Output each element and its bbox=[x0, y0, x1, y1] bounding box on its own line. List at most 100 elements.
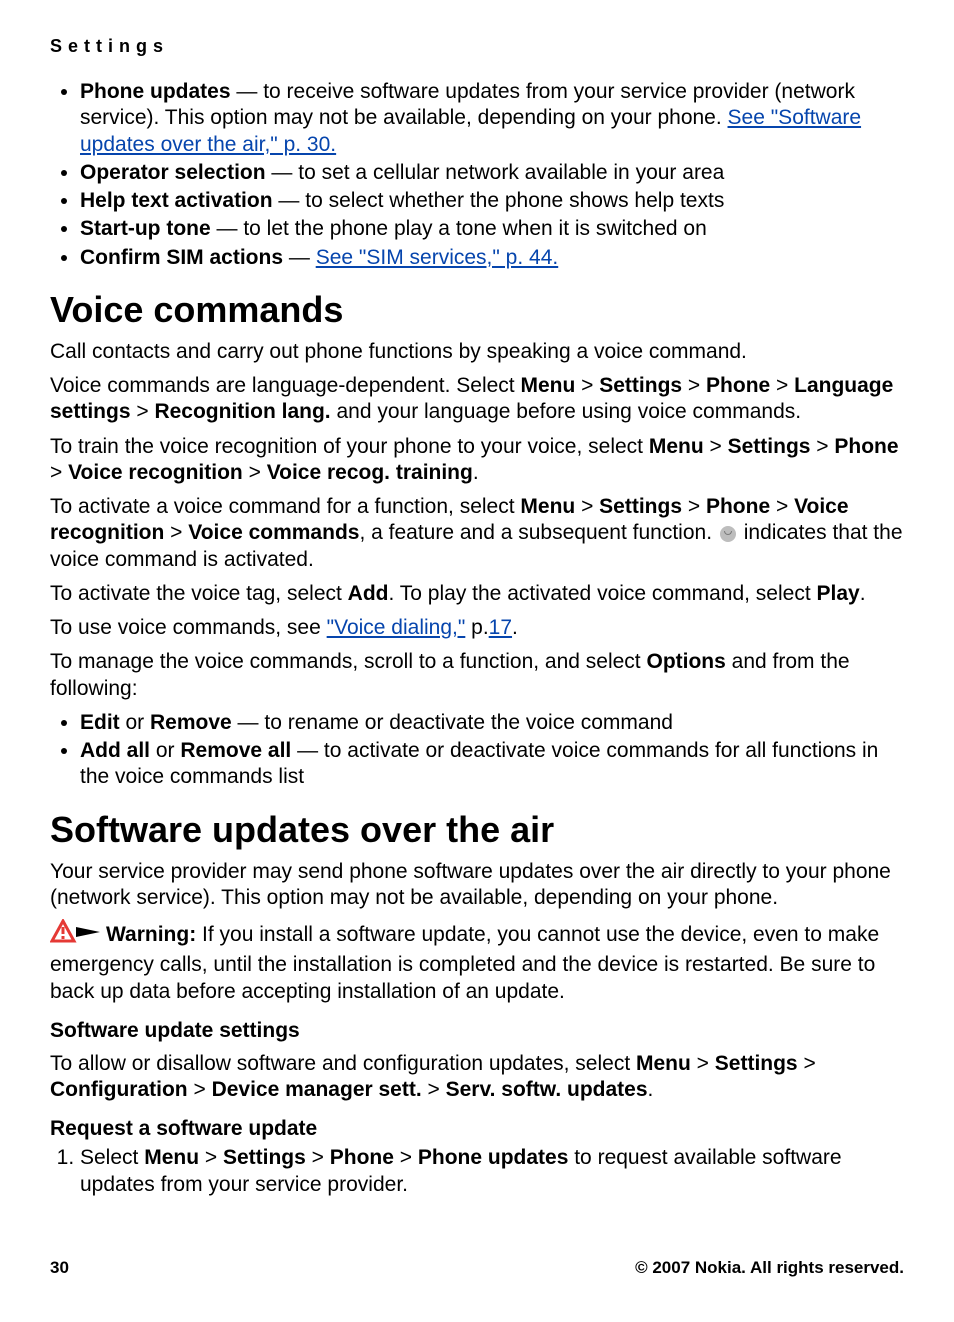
paragraph: To activate a voice command for a functi… bbox=[50, 494, 904, 573]
list-item: Select Menu > Settings > Phone > Phone u… bbox=[80, 1145, 904, 1198]
page-number: 30 bbox=[50, 1258, 69, 1278]
sep: > bbox=[306, 1146, 330, 1169]
text: . bbox=[512, 616, 518, 639]
item-label: Help text activation bbox=[80, 189, 273, 212]
text: To activate the voice tag, select bbox=[50, 582, 348, 605]
text: or bbox=[120, 711, 150, 734]
menu-path: Configuration bbox=[50, 1078, 188, 1101]
item-label: Operator selection bbox=[80, 161, 266, 184]
menu-path: Voice recognition bbox=[68, 461, 243, 484]
item-text: — to set a cellular network available in… bbox=[266, 161, 725, 184]
text: To allow or disallow software and config… bbox=[50, 1052, 636, 1075]
menu-path: Voice recog. training bbox=[267, 461, 473, 484]
menu-path: Phone bbox=[706, 495, 770, 518]
sep: > bbox=[682, 374, 706, 397]
link-voice-dialing[interactable]: "Voice dialing," bbox=[327, 616, 466, 639]
menu-path: Phone bbox=[330, 1146, 394, 1169]
text: To train the voice recognition of your p… bbox=[50, 435, 649, 458]
subheading-update-settings: Software update settings bbox=[50, 1019, 904, 1043]
menu-path: Settings bbox=[599, 495, 682, 518]
menu-path: Phone updates bbox=[418, 1146, 569, 1169]
list-item: Add all or Remove all — to activate or d… bbox=[80, 738, 904, 791]
warning-paragraph: Warning: If you install a software updat… bbox=[50, 919, 904, 1005]
menu-path: Menu bbox=[520, 495, 575, 518]
paragraph: To manage the voice commands, scroll to … bbox=[50, 649, 904, 702]
document-page: Settings Phone updates — to receive soft… bbox=[0, 0, 954, 1322]
menu-path: Recognition lang. bbox=[154, 400, 330, 423]
sep: > bbox=[682, 495, 706, 518]
sep: > bbox=[199, 1146, 223, 1169]
paragraph: Call contacts and carry out phone functi… bbox=[50, 339, 904, 365]
menu-path: Voice commands bbox=[188, 521, 359, 544]
text: Voice commands are language-dependent. S… bbox=[50, 374, 520, 397]
text: To activate a voice command for a functi… bbox=[50, 495, 520, 518]
item-text: — bbox=[283, 246, 316, 269]
menu-path: Phone bbox=[706, 374, 770, 397]
menu-path: Menu bbox=[520, 374, 575, 397]
option-label: Remove bbox=[150, 711, 232, 734]
text: Select bbox=[80, 1146, 144, 1169]
text: To manage the voice commands, scroll to … bbox=[50, 650, 646, 673]
paragraph: Voice commands are language-dependent. S… bbox=[50, 373, 904, 426]
top-bullet-list: Phone updates — to receive software upda… bbox=[50, 79, 904, 271]
item-text: — to select whether the phone shows help… bbox=[273, 189, 725, 212]
menu-path: Menu bbox=[636, 1052, 691, 1075]
sep: > bbox=[704, 435, 728, 458]
link-page-17[interactable]: 17 bbox=[489, 616, 512, 639]
sep: > bbox=[422, 1078, 446, 1101]
item-label: Phone updates bbox=[80, 80, 231, 103]
paragraph: To train the voice recognition of your p… bbox=[50, 434, 904, 487]
sep: > bbox=[131, 400, 155, 423]
sep: > bbox=[50, 461, 68, 484]
list-item: Start-up tone — to let the phone play a … bbox=[80, 216, 904, 242]
text: and your language before using voice com… bbox=[331, 400, 801, 423]
chapter-heading: Settings bbox=[50, 36, 904, 57]
menu-path: Settings bbox=[599, 374, 682, 397]
option-label: Add all bbox=[80, 739, 150, 762]
text: or bbox=[150, 739, 180, 762]
sep: > bbox=[798, 1052, 816, 1075]
menu-path: Device manager sett. bbox=[212, 1078, 422, 1101]
list-item: Confirm SIM actions — See "SIM services,… bbox=[80, 245, 904, 271]
text: p. bbox=[465, 616, 488, 639]
list-item: Phone updates — to receive software upda… bbox=[80, 79, 904, 158]
sep: > bbox=[575, 374, 599, 397]
warning-icon bbox=[50, 919, 102, 952]
section-heading-software-updates: Software updates over the air bbox=[50, 809, 904, 851]
list-item: Operator selection — to set a cellular n… bbox=[80, 160, 904, 186]
menu-path: Phone bbox=[834, 435, 898, 458]
menu-path: Serv. softw. updates bbox=[446, 1078, 648, 1101]
sep: > bbox=[770, 374, 794, 397]
link-sim-services[interactable]: See "SIM services," p. 44. bbox=[316, 246, 559, 269]
menu-path: Menu bbox=[144, 1146, 199, 1169]
option-label: Remove all bbox=[180, 739, 291, 762]
text: — to rename or deactivate the voice comm… bbox=[232, 711, 673, 734]
voice-commands-options-list: Edit or Remove — to rename or deactivate… bbox=[50, 710, 904, 791]
sep: > bbox=[575, 495, 599, 518]
text: . bbox=[648, 1078, 654, 1101]
list-item: Edit or Remove — to rename or deactivate… bbox=[80, 710, 904, 736]
subheading-request-update: Request a software update bbox=[50, 1117, 904, 1141]
paragraph: To allow or disallow software and config… bbox=[50, 1051, 904, 1104]
text: . bbox=[860, 582, 866, 605]
paragraph: To use voice commands, see "Voice dialin… bbox=[50, 615, 904, 641]
paragraph: To activate the voice tag, select Add. T… bbox=[50, 581, 904, 607]
item-text: — to let the phone play a tone when it i… bbox=[211, 217, 707, 240]
sep: > bbox=[188, 1078, 212, 1101]
text: , a feature and a subsequent function. bbox=[359, 521, 717, 544]
copyright-text: © 2007 Nokia. All rights reserved. bbox=[635, 1258, 904, 1278]
voice-indicator-icon bbox=[720, 526, 736, 542]
text: . bbox=[473, 461, 479, 484]
sep: > bbox=[394, 1146, 418, 1169]
section-heading-voice-commands: Voice commands bbox=[50, 289, 904, 331]
option-label: Edit bbox=[80, 711, 120, 734]
sep: > bbox=[691, 1052, 715, 1075]
page-footer: 30 © 2007 Nokia. All rights reserved. bbox=[50, 1258, 904, 1278]
menu-path: Settings bbox=[728, 435, 811, 458]
sep: > bbox=[810, 435, 834, 458]
warning-label: Warning: bbox=[106, 923, 196, 946]
item-label: Confirm SIM actions bbox=[80, 246, 283, 269]
text: . To play the activated voice command, s… bbox=[389, 582, 817, 605]
menu-path: Menu bbox=[649, 435, 704, 458]
paragraph: Your service provider may send phone sof… bbox=[50, 859, 904, 912]
